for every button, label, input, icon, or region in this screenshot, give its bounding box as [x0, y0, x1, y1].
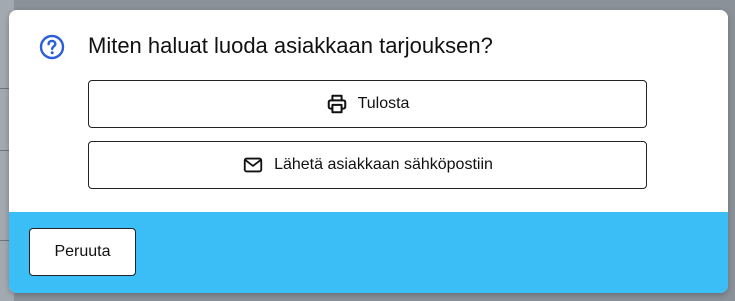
dialog-title: Miten haluat luoda asiakkaan tarjouksen?: [88, 33, 493, 58]
dialog-footer: Peruuta: [9, 212, 728, 293]
send-email-button[interactable]: Lähetä asiakkaan sähköpostiin: [88, 141, 647, 189]
mail-icon: [242, 154, 264, 176]
print-button[interactable]: Tulosta: [88, 80, 647, 128]
send-email-button-label: Lähetä asiakkaan sähköpostiin: [274, 156, 493, 173]
cancel-button[interactable]: Peruuta: [29, 228, 136, 276]
question-circle-icon: [39, 34, 65, 60]
dialog-body: Miten haluat luoda asiakkaan tarjouksen?…: [9, 10, 728, 212]
printer-icon: [326, 93, 348, 115]
print-button-label: Tulosta: [357, 95, 410, 112]
quote-creation-dialog: Miten haluat luoda asiakkaan tarjouksen?…: [9, 10, 728, 293]
